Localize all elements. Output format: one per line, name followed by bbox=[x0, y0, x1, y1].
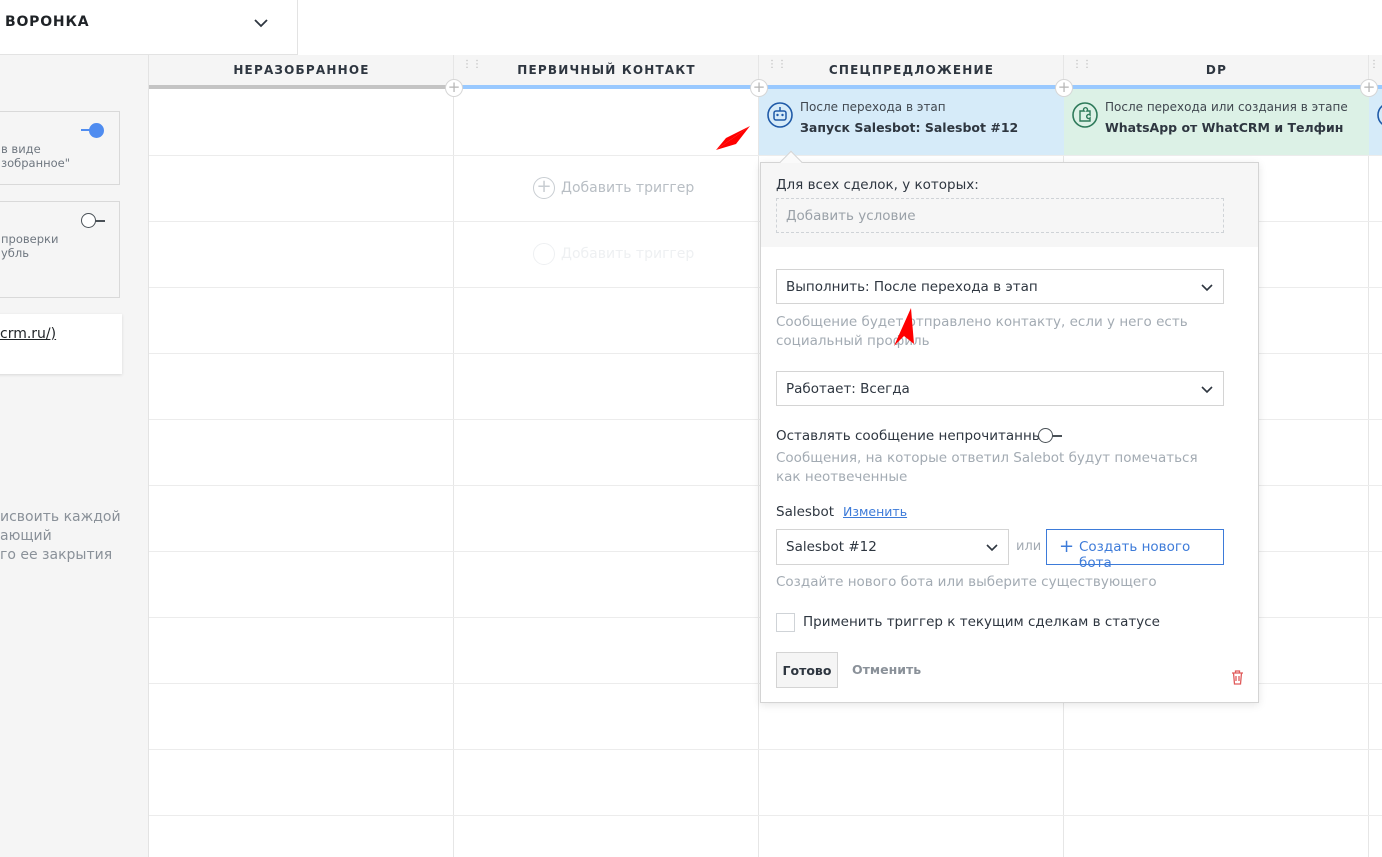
annotation-arrow-icon bbox=[894, 308, 914, 346]
grid-line bbox=[149, 155, 1382, 156]
grid-line bbox=[149, 815, 1382, 816]
trigger-whatsapp[interactable]: После перехода или создания в этапе What… bbox=[1064, 89, 1369, 155]
done-button[interactable]: Готово bbox=[776, 652, 838, 688]
grid-line bbox=[1368, 55, 1369, 857]
or-label: или bbox=[1016, 539, 1042, 554]
chevron-down-icon bbox=[1201, 386, 1213, 394]
execute-select[interactable]: Выполнить: После перехода в этап bbox=[776, 269, 1224, 304]
integration-link[interactable]: crm.ru/) bbox=[0, 326, 56, 342]
setting-card-2: проверки убль bbox=[0, 201, 120, 298]
robot-icon bbox=[1377, 105, 1382, 125]
chevron-down-icon[interactable] bbox=[252, 14, 270, 32]
works-value: Работает: Всегда bbox=[786, 381, 910, 397]
create-bot-button[interactable]: + Создать нового бота bbox=[1046, 529, 1224, 571]
puzzle-icon bbox=[1072, 102, 1098, 128]
change-link[interactable]: Изменить bbox=[843, 504, 907, 519]
add-trigger-button[interactable]: + Добавить триггер bbox=[533, 177, 694, 199]
setting-text-2: проверки убль bbox=[1, 232, 59, 260]
link-card: crm.ru/) bbox=[0, 314, 122, 374]
plus-icon bbox=[533, 243, 555, 265]
grid-line bbox=[758, 55, 759, 857]
condition-label: Для всех сделок, у которых: bbox=[776, 177, 979, 193]
add-condition-field[interactable]: Добавить условие bbox=[776, 198, 1224, 233]
panel-description: исвоить каждой ающий го ее закрытия bbox=[0, 509, 121, 563]
add-column-button[interactable]: + bbox=[750, 79, 768, 97]
robot-icon bbox=[767, 102, 793, 128]
unread-note: Сообщения, на которые ответил Salebot бу… bbox=[776, 450, 1198, 485]
trigger-action: WhatsApp от WhatCRM и Телфин bbox=[1105, 120, 1344, 135]
grid-line bbox=[149, 749, 1382, 750]
trigger-salesbot[interactable]: После перехода в этап Запуск Salesbot: S… bbox=[759, 89, 1064, 155]
add-trigger-ghost: Добавить триггер bbox=[533, 243, 694, 265]
salesbot-label: Salesbot bbox=[776, 504, 835, 520]
column-header-dp: ⋮⋮ DP bbox=[1064, 55, 1369, 88]
add-trigger-ghost-label: Добавить триггер bbox=[561, 246, 695, 262]
column-header-special-offer: ⋮⋮ СПЕЦПРЕДЛОЖЕНИЕ bbox=[759, 55, 1064, 88]
bot-note: Создайте нового бота или выберите сущест… bbox=[776, 574, 1157, 590]
add-condition-label: Добавить условие bbox=[786, 208, 916, 224]
chevron-down-icon bbox=[1201, 284, 1213, 292]
column-label: ПЕРВИЧНЫЙ КОНТАКТ bbox=[517, 63, 696, 77]
plus-icon: + bbox=[533, 177, 555, 199]
add-column-button[interactable]: + bbox=[1055, 79, 1073, 97]
column-header-unsorted: НЕРАЗОБРАННОЕ bbox=[149, 55, 454, 88]
apply-checkbox[interactable] bbox=[776, 613, 795, 632]
apply-label: Применить триггер к текущим сделкам в ст… bbox=[803, 614, 1160, 630]
trigger-partial[interactable] bbox=[1369, 89, 1382, 155]
column-stripe bbox=[149, 85, 454, 89]
column-label: DP bbox=[1205, 63, 1228, 77]
plus-icon: + bbox=[1059, 536, 1075, 557]
annotation-arrow-icon bbox=[716, 126, 750, 150]
add-column-button[interactable]: + bbox=[1360, 79, 1378, 97]
trigger-event: После перехода или создания в этапе bbox=[1105, 100, 1348, 114]
works-select[interactable]: Работает: Всегда bbox=[776, 371, 1224, 406]
bot-select[interactable]: Salesbot #12 bbox=[776, 529, 1009, 565]
unread-toggle[interactable] bbox=[1038, 428, 1064, 444]
toggle-off[interactable] bbox=[81, 213, 107, 229]
unread-label: Оставлять сообщение непрочитанным bbox=[776, 428, 1053, 444]
pipeline-title: ВОРОНКА bbox=[5, 14, 90, 30]
column-label: СПЕЦПРЕДЛОЖЕНИЕ bbox=[828, 63, 995, 77]
bot-value: Salesbot #12 bbox=[786, 539, 877, 555]
settings-panel: в виде зобранное" проверки убль crm.ru/)… bbox=[0, 0, 149, 857]
add-trigger-label: Добавить триггер bbox=[561, 180, 695, 196]
trash-icon[interactable] bbox=[1230, 669, 1245, 685]
column-label: НЕРАЗОБРАННОЕ bbox=[233, 63, 370, 77]
column-header-first-contact: ⋮⋮ ПЕРВИЧНЫЙ КОНТАКТ bbox=[454, 55, 759, 88]
chevron-down-icon bbox=[986, 544, 998, 552]
add-column-button[interactable]: + bbox=[445, 79, 463, 97]
toggle-on[interactable] bbox=[81, 123, 107, 138]
execute-value: Выполнить: После перехода в этап bbox=[786, 279, 1038, 295]
done-label: Готово bbox=[782, 663, 832, 678]
setting-card-1: в виде зобранное" bbox=[0, 111, 120, 185]
column-stripe bbox=[454, 85, 759, 89]
drag-handle-icon[interactable]: ⋮⋮ bbox=[1369, 60, 1382, 75]
setting-text-1: в виде зобранное" bbox=[1, 142, 71, 170]
trigger-action: Запуск Salesbot: Salesbot #12 bbox=[800, 120, 1019, 135]
trigger-settings-popup: Для всех сделок, у которых: Добавить усл… bbox=[760, 150, 1259, 703]
execute-note: Сообщение будет отправлено контакту, есл… bbox=[776, 314, 1188, 349]
trigger-event: После перехода в этап bbox=[800, 100, 946, 114]
cancel-button[interactable]: Отменить bbox=[852, 662, 921, 677]
pipeline-header[interactable]: ВОРОНКА bbox=[0, 0, 298, 55]
create-bot-label: Создать нового бота bbox=[1079, 539, 1191, 571]
grid-line bbox=[453, 55, 454, 857]
